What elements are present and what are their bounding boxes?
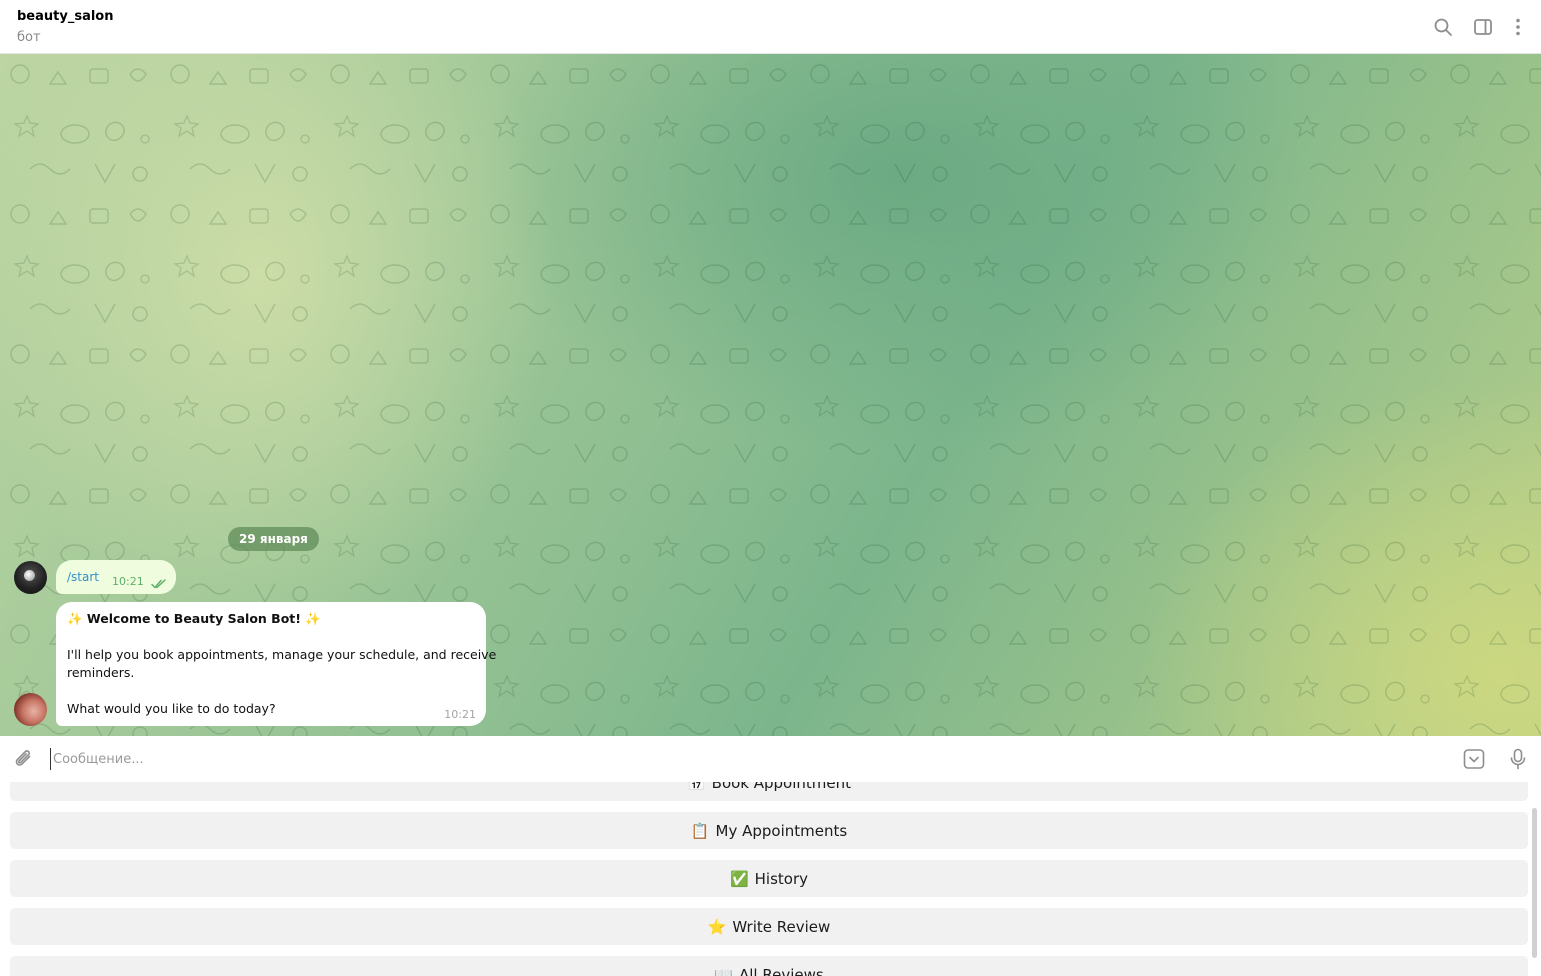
- button-label: My Appointments: [715, 821, 848, 840]
- reply-keyboard[interactable]: 📅 Book Appointment 📋 My Appointments ✅ H…: [0, 782, 1541, 976]
- paperclip-icon[interactable]: [12, 747, 36, 771]
- star-icon: ⭐: [707, 917, 727, 936]
- check-mark-icon: ✅: [729, 869, 749, 888]
- microphone-icon[interactable]: [1506, 747, 1530, 771]
- message-text-line: reminders.: [67, 665, 135, 680]
- book-appointment-button[interactable]: 📅 Book Appointment: [10, 782, 1528, 801]
- message-composer: [0, 736, 1541, 782]
- button-label: Write Review: [732, 917, 831, 936]
- keyboard-scrollbar[interactable]: [1532, 808, 1537, 958]
- calendar-icon: 📅: [686, 782, 706, 792]
- button-label: Book Appointment: [711, 782, 852, 792]
- message-time: 10:21: [444, 708, 476, 721]
- book-icon: 📖: [714, 965, 733, 976]
- button-label: All Reviews: [738, 965, 824, 976]
- message-question: What would you like to do today?: [67, 701, 276, 716]
- sidebar-toggle-icon[interactable]: [1472, 16, 1494, 38]
- history-button[interactable]: ✅ History: [10, 860, 1528, 897]
- message-input[interactable]: [50, 748, 1433, 770]
- clipboard-icon: 📋: [690, 821, 710, 840]
- command-link[interactable]: /start: [67, 570, 99, 584]
- telegram-window: beauty_salon бот 29 января /start 10:21 …: [0, 0, 1541, 976]
- more-vertical-icon[interactable]: [1507, 16, 1529, 38]
- bot-avatar[interactable]: [14, 693, 47, 726]
- message-time: 10:21: [112, 575, 144, 588]
- keyboard-toggle-icon[interactable]: [1462, 747, 1486, 771]
- all-reviews-button[interactable]: 📖 All Reviews: [10, 956, 1528, 976]
- incoming-message[interactable]: ✨ Welcome to Beauty Salon Bot! ✨ I'll he…: [56, 602, 496, 726]
- message-text-line: I'll help you book appointments, manage …: [67, 647, 497, 662]
- welcome-heading: ✨ Welcome to Beauty Salon Bot! ✨: [67, 611, 321, 626]
- chat-title[interactable]: beauty_salon: [17, 9, 114, 24]
- write-review-button[interactable]: ⭐ Write Review: [10, 908, 1528, 945]
- button-label: History: [754, 869, 809, 888]
- chat-header: beauty_salon бот: [0, 0, 1541, 54]
- search-icon[interactable]: [1432, 16, 1454, 38]
- outgoing-message[interactable]: /start 10:21: [56, 560, 176, 594]
- chat-history[interactable]: 29 января /start 10:21 ✨ Welcome to Beau…: [0, 54, 1541, 736]
- user-avatar[interactable]: [14, 561, 47, 594]
- double-check-icon: [151, 574, 167, 593]
- chat-subtitle: бот: [17, 30, 41, 45]
- date-separator: 29 января: [228, 527, 319, 551]
- my-appointments-button[interactable]: 📋 My Appointments: [10, 812, 1528, 849]
